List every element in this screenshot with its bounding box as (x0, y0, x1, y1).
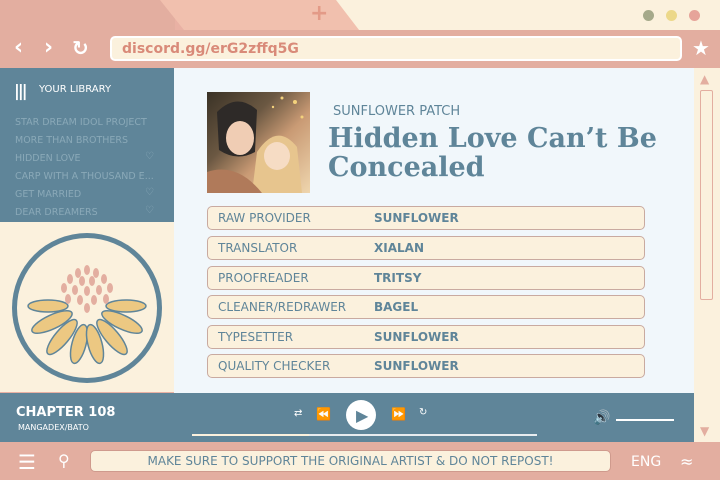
notice-text: MAKE SURE TO SUPPORT THE ORIGINAL ARTIST… (147, 454, 554, 468)
library-header: YOUR LIBRARY (39, 84, 112, 95)
chapter-label: CHAPTER 108 (16, 405, 116, 420)
credit-name: BAGEL (374, 300, 419, 314)
credit-role: RAW PROVIDER (218, 211, 311, 225)
browser-tab[interactable] (160, 0, 360, 30)
window-dot-red-icon[interactable] (689, 10, 700, 21)
tab-strip-blank (336, 0, 720, 30)
menu-icon[interactable]: ☰ (18, 450, 36, 474)
search-icon[interactable]: ⚲ (58, 451, 70, 470)
scroll-thumb[interactable] (700, 90, 713, 300)
volume-icon[interactable]: 🔊 (593, 410, 610, 426)
tab-strip (0, 0, 175, 30)
sunflower-logo-icon (12, 233, 162, 383)
credit-role: TYPESETTER (218, 330, 294, 344)
source-label: MANGADEX/BATO (18, 423, 89, 432)
cover-image (207, 92, 310, 193)
address-text: discord.gg/erG2zffq5G (122, 41, 299, 57)
group-name: SUNFLOWER PATCH (333, 104, 461, 119)
credit-name: SUNFLOWER (374, 330, 459, 344)
heart-badge-icon: ♡ (145, 205, 154, 216)
window-dot-yellow-icon[interactable] (666, 10, 677, 21)
library-item[interactable]: STAR DREAM IDOL PROJECT (15, 117, 147, 128)
back-arrow-icon[interactable]: ‹ (14, 37, 23, 59)
library-item[interactable]: DEAR DREAMERS (15, 207, 98, 218)
play-button[interactable]: ▶ (346, 400, 376, 430)
credit-row: TYPESETTER SUNFLOWER (207, 325, 645, 349)
credit-name: SUNFLOWER (374, 211, 459, 225)
library-item[interactable]: MORE THAN BROTHERS (15, 135, 128, 146)
heart-badge-icon: ♡ (145, 151, 154, 162)
rewind-icon[interactable]: ⏪ (316, 407, 331, 421)
library-icon: ||| (14, 81, 27, 100)
library-item[interactable]: GET MARRIED (15, 189, 81, 200)
language-button[interactable]: ENG (631, 454, 661, 470)
scroll-down-icon[interactable]: ▼ (700, 424, 709, 438)
credit-role: PROOFREADER (218, 271, 309, 285)
progress-fill (192, 434, 309, 436)
credit-role: TRANSLATOR (218, 241, 298, 255)
logo-panel (0, 222, 174, 392)
play-icon: ▶ (356, 406, 369, 425)
credit-row: QUALITY CHECKER SUNFLOWER (207, 354, 645, 378)
heart-badge-icon: ♡ (145, 187, 154, 198)
new-tab-icon[interactable]: + (310, 3, 328, 25)
wifi-icon: ≈ (680, 452, 694, 471)
credit-name: SUNFLOWER (374, 359, 459, 373)
fast-forward-icon[interactable]: ⏩ (391, 407, 406, 421)
series-title: Hidden Love Can’t Be Concealed (328, 123, 657, 183)
scroll-up-icon[interactable]: ▲ (700, 72, 709, 86)
credit-row: RAW PROVIDER SUNFLOWER (207, 206, 645, 230)
window-dot-green-icon[interactable] (643, 10, 654, 21)
volume-slider[interactable] (616, 419, 674, 421)
address-bar[interactable]: discord.gg/erG2zffq5G (110, 36, 682, 61)
library-item[interactable]: HIDDEN LOVE (15, 153, 80, 164)
bookmark-star-icon[interactable]: ★ (692, 36, 710, 60)
reload-icon[interactable]: ↻ (72, 37, 89, 59)
shuffle-icon[interactable]: ⇄ (294, 408, 302, 419)
credit-role: QUALITY CHECKER (218, 359, 331, 373)
library-item[interactable]: CARP WITH A THOUSAND E... (15, 171, 154, 182)
credit-name: XIALAN (374, 241, 424, 255)
credit-row: PROOFREADER TRITSY (207, 266, 645, 290)
credit-role: CLEANER/REDRAWER (218, 300, 347, 314)
repeat-icon[interactable]: ↻ (419, 407, 427, 418)
forward-arrow-icon[interactable]: › (44, 37, 53, 59)
notice-bar: MAKE SURE TO SUPPORT THE ORIGINAL ARTIST… (90, 450, 611, 472)
credit-row: TRANSLATOR XIALAN (207, 236, 645, 260)
credit-row: CLEANER/REDRAWER BAGEL (207, 295, 645, 319)
credit-name: TRITSY (374, 271, 422, 285)
